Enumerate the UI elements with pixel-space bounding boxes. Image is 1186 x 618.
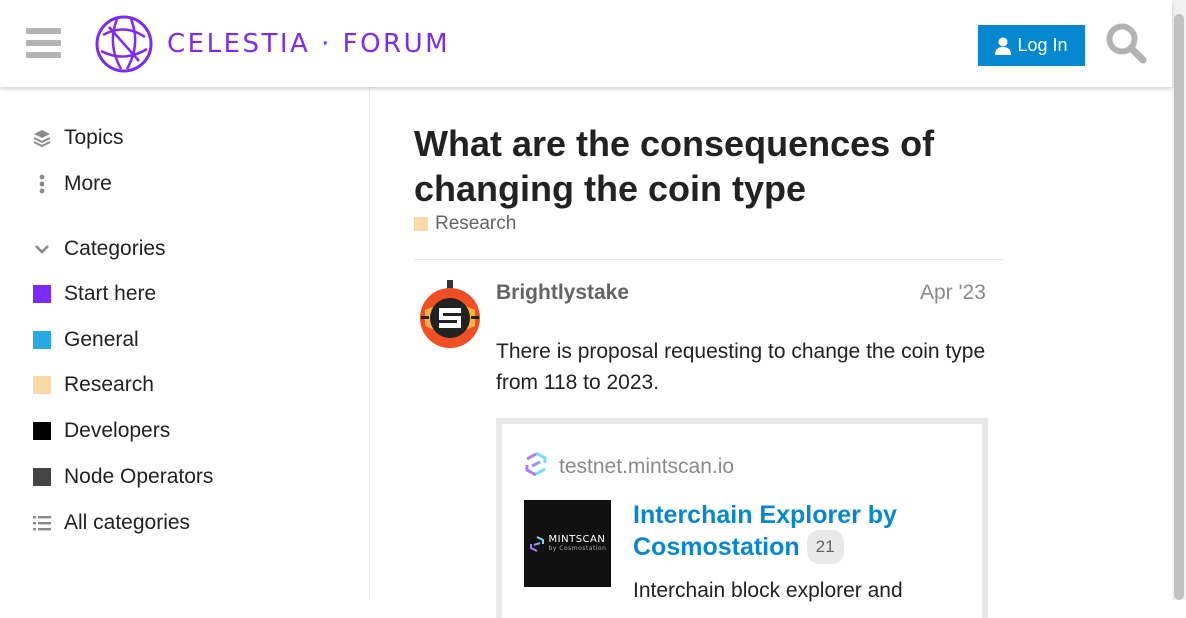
- onebox-source-link[interactable]: testnet.mintscan.io: [523, 451, 734, 483]
- category-color-swatch: [33, 331, 51, 349]
- avatar[interactable]: [417, 280, 483, 350]
- sidebar: Topics More Categories Start here Genera…: [0, 87, 370, 600]
- sidebar-item-more[interactable]: More: [32, 172, 112, 196]
- thumbnail-title: MINTSCAN: [548, 533, 606, 545]
- scrollbar-thumb[interactable]: [1174, 14, 1184, 600]
- category-color-swatch: [33, 468, 51, 486]
- sidebar-category-research[interactable]: Research: [32, 373, 154, 397]
- sidebar-category-start-here[interactable]: Start here: [32, 282, 156, 306]
- link-preview-onebox: testnet.mintscan.io MINTSCAN by Cosmosta…: [496, 418, 988, 618]
- category-color-swatch: [414, 217, 428, 231]
- thumbnail-brand-text: MINTSCAN by Cosmostation: [548, 533, 607, 553]
- list-icon: [32, 513, 52, 533]
- onebox-site-name: testnet.mintscan.io: [559, 455, 735, 478]
- sidebar-category-node-operators[interactable]: Node Operators: [32, 465, 213, 489]
- login-label: Log In: [1017, 35, 1068, 55]
- topic-category-badge[interactable]: Research: [414, 213, 516, 235]
- divider: [414, 259, 1004, 260]
- layers-icon: [32, 128, 52, 148]
- onebox-description: Interchain block explorer and: [633, 579, 903, 602]
- sidebar-all-categories[interactable]: All categories: [32, 511, 190, 535]
- sidebar-item-label: Node Operators: [64, 465, 214, 488]
- categories-header: Categories: [64, 237, 166, 260]
- mintscan-favicon-icon: [523, 451, 549, 483]
- hamburger-menu-icon[interactable]: [26, 28, 61, 58]
- onebox-title: Interchain Explorer by Cosmostation: [633, 501, 897, 561]
- mintscan-logo-icon: [529, 535, 544, 552]
- category-color-swatch: [33, 422, 51, 440]
- click-count-badge: 21: [806, 530, 844, 564]
- sidebar-item-label: Developers: [64, 419, 171, 442]
- sidebar-item-label: Research: [64, 373, 154, 396]
- sidebar-item-label: All categories: [64, 511, 191, 534]
- post-username[interactable]: Brightlystake: [496, 281, 629, 305]
- search-icon[interactable]: [1105, 22, 1147, 69]
- topic-category-label: Research: [435, 213, 517, 234]
- sidebar-item-label: Start here: [64, 282, 157, 305]
- sidebar-category-general[interactable]: General: [32, 328, 139, 352]
- page-scrollbar[interactable]: [1172, 0, 1186, 600]
- category-color-swatch: [33, 376, 51, 394]
- post-body: There is proposal requesting to change t…: [496, 340, 986, 394]
- categories-section-toggle[interactable]: Categories: [32, 237, 166, 261]
- logo-text: CELESTIA · FORUM: [167, 29, 451, 59]
- sidebar-item-label: Topics: [64, 126, 124, 149]
- onebox-thumbnail[interactable]: MINTSCAN by Cosmostation: [524, 500, 611, 587]
- site-header: CELESTIA · FORUM Log In: [0, 0, 1172, 87]
- site-logo[interactable]: CELESTIA · FORUM: [95, 15, 450, 73]
- user-icon: [995, 37, 1012, 55]
- sidebar-item-label: General: [64, 328, 139, 351]
- celestia-logo-icon: [95, 15, 153, 73]
- onebox-title-link[interactable]: Interchain Explorer by Cosmostation 21: [633, 500, 953, 564]
- post-date[interactable]: Apr '23: [920, 281, 986, 305]
- chevron-down-icon: [32, 239, 52, 259]
- topic-title[interactable]: What are the consequences of changing th…: [414, 121, 994, 211]
- login-button[interactable]: Log In: [978, 25, 1085, 66]
- sidebar-item-label: More: [64, 172, 112, 195]
- category-color-swatch: [33, 285, 51, 303]
- thumbnail-subtitle: by Cosmostation: [548, 544, 607, 552]
- ellipsis-vertical-icon: [32, 174, 52, 194]
- sidebar-item-topics[interactable]: Topics: [32, 126, 124, 150]
- sidebar-category-developers[interactable]: Developers: [32, 419, 170, 443]
